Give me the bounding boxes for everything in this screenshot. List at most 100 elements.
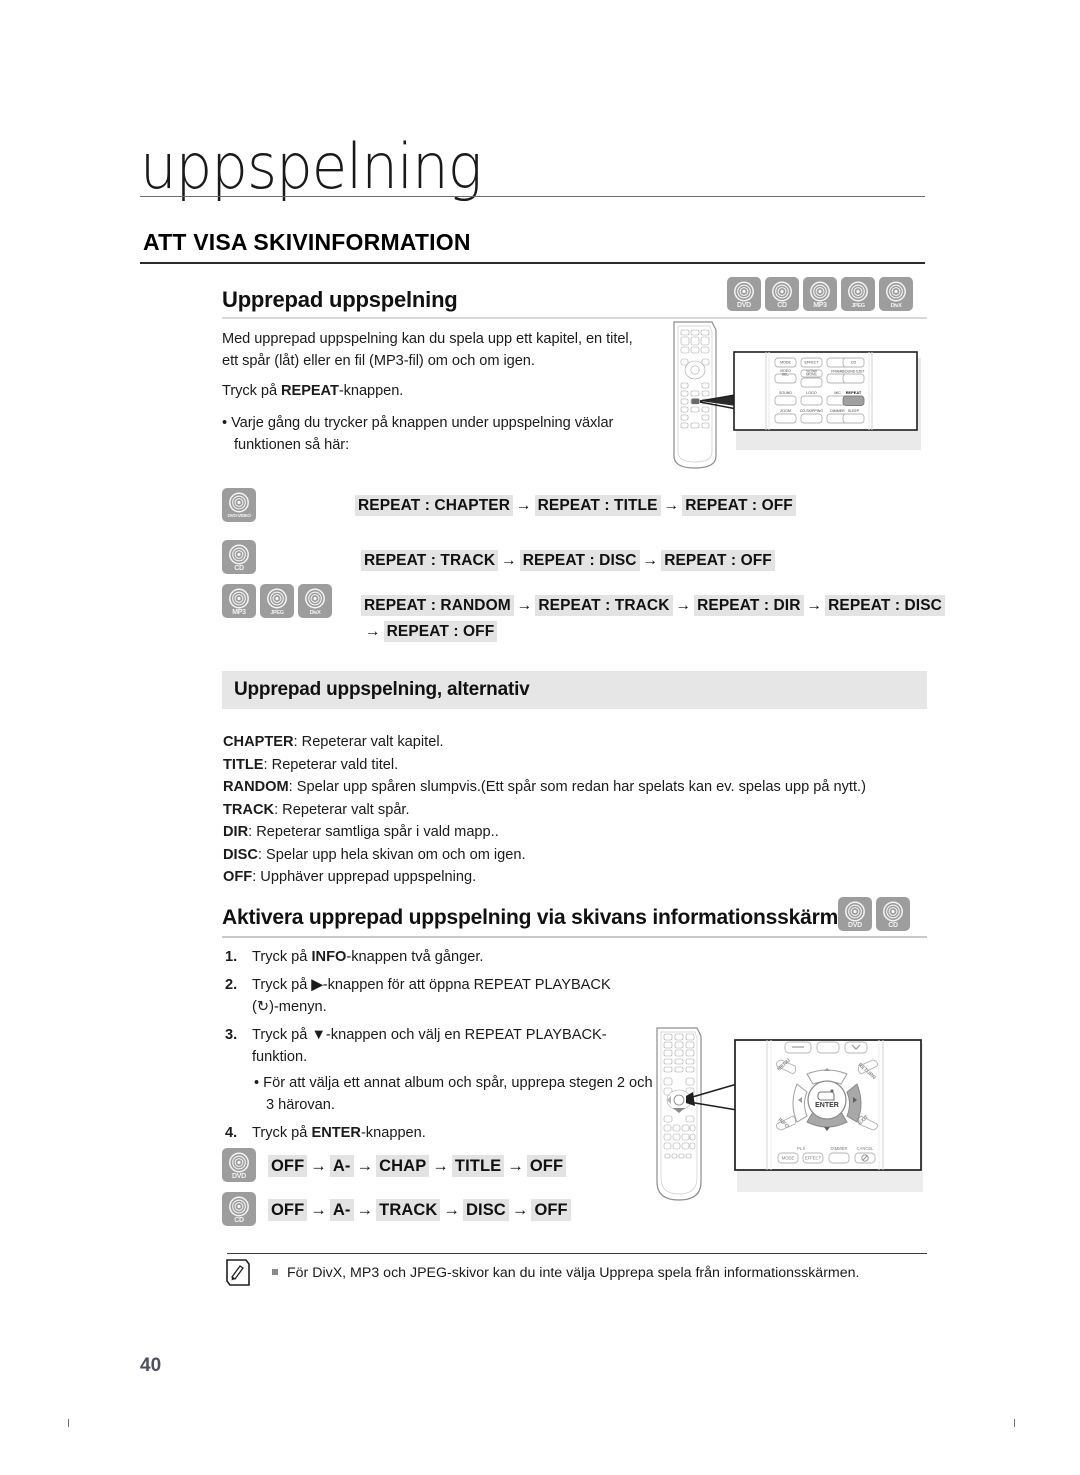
definition-term: RANDOM (223, 779, 289, 795)
step-number: 4. (225, 1124, 238, 1141)
remote-illustration-navigation: ENTER MENU RETURN INFO EXIT PL ll DIMMER… (645, 1022, 930, 1227)
intro-paragraph: Med upprepad uppspelning kan du spela up… (222, 331, 633, 369)
play-arrow-icon: ▶ (311, 976, 323, 993)
step-text-part: -knappen två gånger. (346, 949, 484, 965)
note-bullet-icon (272, 1269, 278, 1275)
definition-text: : Repeterar samtliga spår i vald mapp.. (248, 824, 499, 840)
disc-badge-label: CD (888, 921, 898, 929)
seq-step: OFF (268, 1155, 308, 1177)
seq-step: REPEAT : TRACK (535, 595, 673, 616)
definition-text: : Repeterar vald titel. (263, 756, 399, 773)
arrow-icon: → (511, 1201, 529, 1219)
definition-item: OFF: Upphäver upprepad uppspelning. (223, 866, 923, 889)
definition-text: : Upphäver upprepad uppspelning. (252, 869, 477, 885)
arrow-icon: → (642, 552, 659, 569)
arrow-icon: → (507, 1157, 524, 1175)
disc-icon (229, 1196, 249, 1217)
definition-item: CHAPTER: Repeterar valt kapitel. (223, 731, 923, 754)
bullet-note-text: Varje gång du trycker på knappen under u… (231, 415, 614, 453)
crop-mark-left (68, 1419, 69, 1427)
arrow-icon: → (675, 597, 692, 614)
chapter-divider (140, 196, 925, 197)
step-text-bold: INFO (311, 949, 347, 965)
info-sequence-badges-dvd: DVD (222, 1148, 256, 1182)
disc-icon (734, 281, 754, 302)
svg-text:SOUND: SOUND (779, 391, 792, 395)
disc-badge-dvd-video: DVD-VIDEO (222, 488, 256, 522)
arrow-icon: → (432, 1157, 449, 1175)
note-body: För DivX, MP3 och JPEG-skivor kan du int… (287, 1265, 860, 1281)
seq-step: REPEAT : TITLE (534, 495, 661, 516)
instruction-button-name: REPEAT (281, 383, 339, 399)
note-divider (227, 1253, 927, 1255)
section-heading: ATT VISA SKIVINFORMATION (143, 229, 471, 255)
definition-text: : Spelar upp hela skivan om och om igen. (257, 846, 526, 863)
seq-step: A- (329, 1155, 354, 1177)
definition-item: DISC: Spelar upp hela skivan om och om i… (223, 844, 923, 867)
disc-badge-cd-seq: CD (222, 540, 256, 574)
svg-text:EFFECT: EFFECT (805, 1156, 822, 1161)
right-arrow-highlighted (846, 1083, 862, 1123)
disc-icon (772, 281, 792, 302)
instruction-prefix: Tryck på (222, 383, 282, 399)
section-divider (140, 262, 925, 264)
seq-step: REPEAT : DISC (519, 550, 640, 571)
svg-text:MIC: MIC (834, 391, 841, 395)
remote-navigation-diagram: ENTER MENU RETURN INFO EXIT PL ll DIMMER… (656, 1027, 923, 1201)
disc-badge-cd: CD (765, 277, 799, 311)
manual-page: uppspelning ATT VISA SKIVINFORMATION Upp… (0, 0, 1080, 1475)
options-band: Upprepad uppspelning, alternativ (222, 671, 927, 709)
seq-step: REPEAT : TRACK (361, 550, 499, 571)
step-text-part: -knappen. (360, 1124, 426, 1141)
disc-badge-mp3-seq: MP3 (222, 584, 256, 618)
disc-badge-cd-info: CD (876, 897, 910, 931)
seq-step: CHAP (376, 1155, 430, 1177)
step-4: 4. Tryck på ENTER-knappen. (222, 1122, 662, 1145)
seq-step: REPEAT : DISC (825, 595, 945, 616)
seq-step: REPEAT : OFF (383, 621, 498, 642)
remote-repeat-diagram: MODE EFFECT CD VIDEO SEL. SLOW FRAME SOU… (673, 321, 921, 469)
definition-text: : Repeterar valt spår. (274, 801, 410, 818)
seq-step: REPEAT : CHAPTER (355, 495, 514, 516)
step-text-bold: ENTER (311, 1124, 361, 1141)
disc-badge-dvd: DVD (727, 277, 761, 311)
arrow-icon: → (356, 1157, 374, 1175)
disc-badge-label: DivX (309, 609, 321, 616)
repeat-sequence-dvd: REPEAT : CHAPTER → REPEAT : TITLE → REPEAT :… (355, 495, 796, 516)
disc-badge-label: CD (777, 301, 787, 309)
arrow-icon: → (365, 623, 381, 640)
step-text-part: Tryck på (252, 949, 312, 965)
seq-step: REPEAT : RANDOM (361, 595, 514, 616)
repeat-button-callout-label: REPEAT (846, 390, 862, 395)
definition-term: DIR (223, 824, 249, 840)
definition-term: OFF (223, 869, 253, 885)
svg-text:CANCEL: CANCEL (857, 1146, 875, 1151)
svg-text:LOGO: LOGO (806, 391, 817, 395)
subheading-info-screen: Aktivera upprepad uppspelning via skivan… (222, 906, 839, 929)
step-1: 1. Tryck på INFO-knappen två gånger. (222, 946, 662, 969)
instruction-line: Tryck på REPEAT-knappen. (222, 380, 662, 402)
disc-icon (229, 544, 249, 565)
disc-icon (267, 588, 287, 609)
seq-step: OFF (268, 1199, 308, 1221)
svg-text:SOUND EDIT: SOUND EDIT (842, 370, 865, 374)
definition-term: TRACK (223, 801, 275, 818)
disc-badge-label: MP3 (813, 301, 827, 309)
svg-text:DIMMER: DIMMER (831, 1146, 848, 1151)
arrow-icon: → (516, 497, 532, 514)
step-3: 3. Tryck på ▼-knappen och välj en REPEAT… (222, 1024, 662, 1117)
info-screen-steps: 1. Tryck på INFO-knappen två gånger. 2. … (222, 946, 662, 1149)
definition-term: TITLE (223, 756, 264, 773)
seq-step: DISC (463, 1199, 509, 1221)
step-2: 2. Tryck på ▶-knappen för att öppna REPE… (222, 974, 662, 1019)
disc-badge-label: DVD (232, 1172, 246, 1180)
disc-badge-divx-seq: DivX (298, 584, 332, 618)
step-number: 1. (225, 949, 238, 965)
definition-text: : Spelar upp spåren slumpvis.(Ett spår s… (288, 779, 866, 795)
disc-badge-label: JPEG (270, 609, 284, 616)
disc-icon (883, 901, 903, 922)
info-sequence-cd: OFF → A- → TRACK → DISC → OFF (268, 1199, 571, 1221)
disc-badge-dvd-seq2: DVD (222, 1148, 256, 1182)
svg-text:SEL.: SEL. (782, 373, 790, 377)
disc-badge-label: DVD (737, 301, 751, 309)
